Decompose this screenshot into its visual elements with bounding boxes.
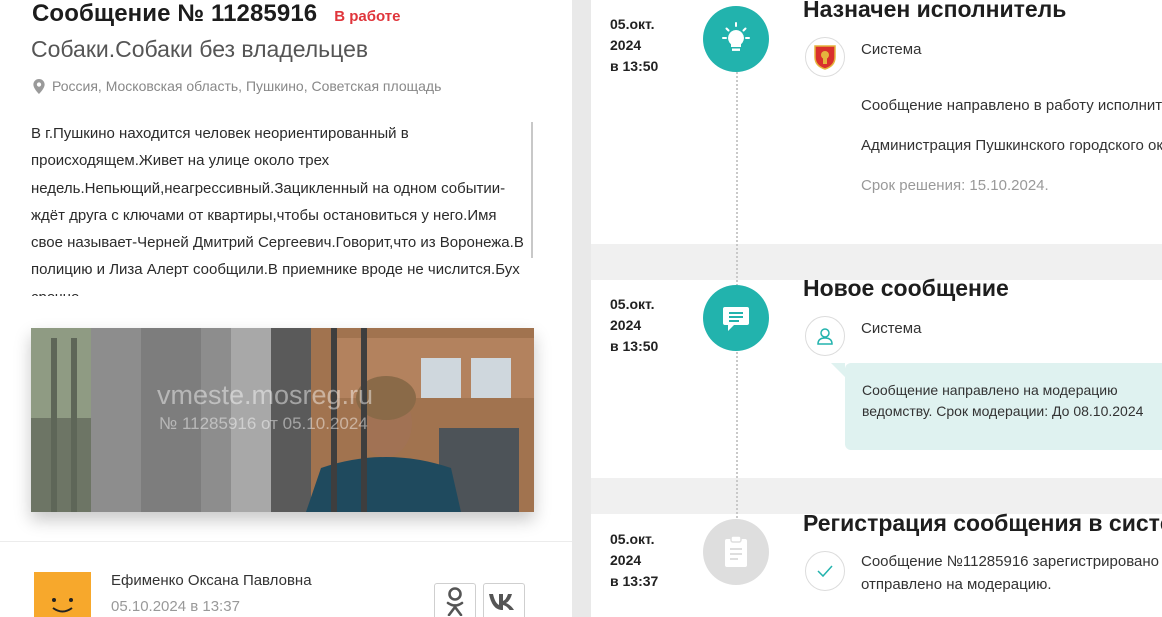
event-message-bubble: Сообщение направлено на модерацию ведомс… [831, 363, 1162, 450]
event-title: Назначен исполнитель [803, 0, 1067, 22]
event-text: Сообщение направлено в работу исполнител… [861, 97, 1162, 114]
bubble-text: Сообщение направлено на модерацию ведомс… [862, 380, 1143, 422]
address-text: Россия, Московская область, Пушкино, Сов… [52, 78, 442, 94]
vk-icon [489, 593, 514, 610]
event-text: отправлено на модерацию. [861, 576, 1052, 593]
message-photo[interactable]: vmeste.mosreg.ru № 11285916 от 05.10.202… [31, 328, 534, 512]
avatar [34, 572, 91, 617]
status-badge: В работе [334, 8, 401, 25]
author-name: Ефименко Оксана Павловна [111, 572, 312, 589]
share-ok-button[interactable] [434, 583, 476, 617]
user-avatar-icon [805, 316, 845, 356]
event-source: Система [861, 41, 922, 58]
message-address: Россия, Московская область, Пушкино, Сов… [33, 78, 441, 94]
event-icon-circle [703, 6, 769, 72]
checkmark-icon [817, 565, 833, 578]
lightbulb-icon [722, 22, 750, 51]
event-deadline: Срок решения: 15.10.2024. [861, 177, 1049, 194]
event-date-year: 2024 [610, 552, 642, 568]
chat-icon [723, 307, 749, 331]
message-title: Сообщение № 11285916 [32, 0, 318, 27]
event-text: Сообщение №11285916 зарегистрировано и [861, 553, 1162, 570]
message-category: Собаки.Собаки без владельцев [31, 36, 369, 62]
event-source: Система [861, 320, 922, 337]
check-circle-icon [805, 551, 845, 591]
clipboard-icon [725, 535, 747, 567]
message-header: Сообщение № 11285916 В работе [32, 0, 400, 28]
event-date: 05.окт. 2024 в 13:50 [610, 14, 658, 77]
message-panel: Сообщение № 11285916 В работе Собаки.Соб… [0, 0, 572, 617]
event-title: Регистрация сообщения в системе [803, 510, 1162, 536]
bubble-line: ведомству. Срок модерации: До 08.10.2024 [862, 403, 1144, 419]
odnoklassniki-icon [446, 586, 464, 616]
photo-watermark-id: № 11285916 от 05.10.2024 [159, 414, 368, 433]
share-vk-button[interactable] [483, 583, 525, 617]
event-date: 05.окт. 2024 в 13:37 [610, 529, 658, 592]
event-date-time: в 13:37 [610, 573, 659, 589]
photo-watermark-site: vmeste.mosreg.ru [157, 380, 374, 410]
event-date: 05.окт. 2024 в 13:50 [610, 294, 658, 357]
event-date-time: в 13:50 [610, 58, 659, 74]
emblem-icon [805, 37, 845, 77]
event-separator [591, 478, 1162, 514]
history-panel: 05.окт. 2024 в 13:50 Назначен исполнител… [591, 0, 1162, 617]
smile-icon [52, 598, 73, 613]
divider [0, 541, 572, 542]
coat-of-arms-icon [814, 45, 836, 70]
bubble-line: Сообщение направлено на модерацию [862, 382, 1118, 398]
description-box[interactable]: В г.Пушкино находится человек неориентир… [31, 120, 536, 296]
author-date: 05.10.2024 в 13:37 [111, 598, 240, 615]
event-icon-circle [703, 285, 769, 351]
message-description: В г.Пушкино находится человек неориентир… [31, 125, 524, 296]
event-date-year: 2024 [610, 37, 642, 53]
event-text: Администрация Пушкинского городского окр… [861, 137, 1162, 154]
event-icon-circle [703, 519, 769, 585]
description-scrollbar[interactable] [531, 122, 533, 258]
event-date-day: 05.окт. [610, 296, 655, 312]
user-icon [817, 328, 833, 345]
event-date-time: в 13:50 [610, 338, 659, 354]
location-pin-icon [33, 78, 45, 94]
event-date-day: 05.окт. [610, 531, 655, 547]
event-date-day: 05.окт. [610, 16, 655, 32]
event-title: Новое сообщение [803, 275, 1009, 301]
event-date-year: 2024 [610, 317, 642, 333]
